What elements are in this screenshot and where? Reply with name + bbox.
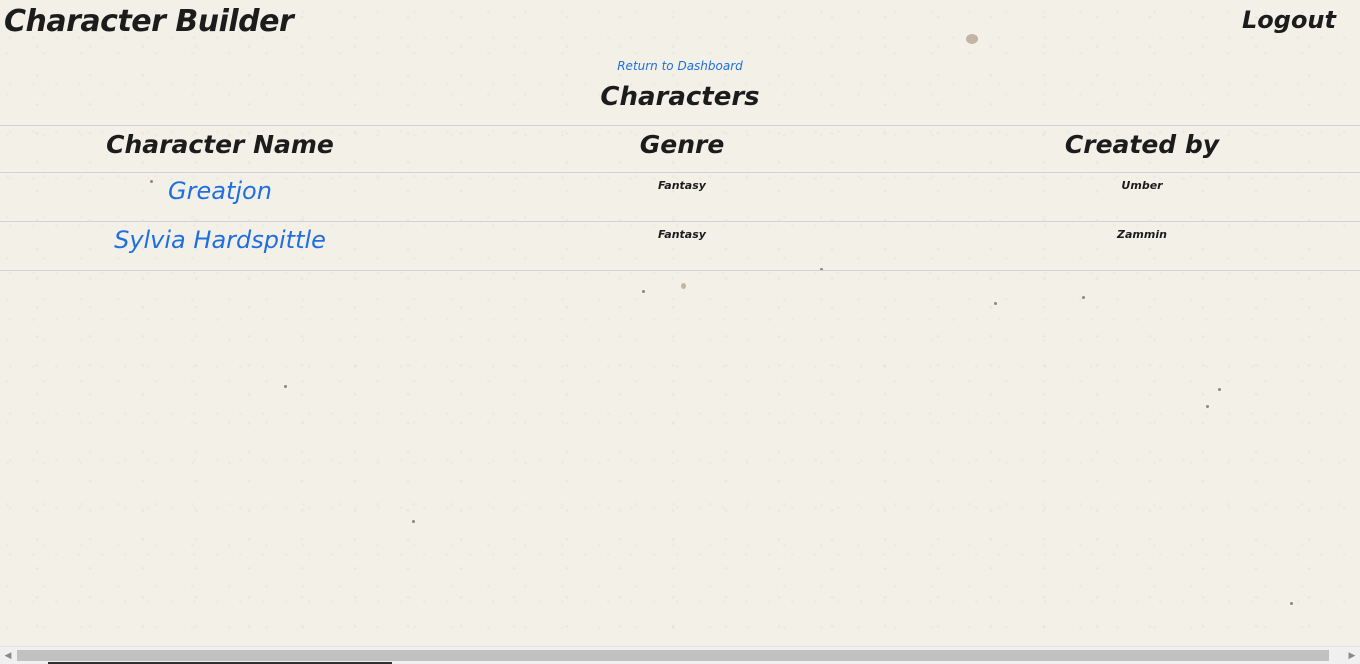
return-to-dashboard-link[interactable]: Return to Dashboard <box>0 59 1360 73</box>
arrow-right-icon[interactable]: ▶ <box>1345 649 1359 663</box>
created-by-cell: Zammin <box>924 221 1360 271</box>
genre-value: Fantasy <box>658 179 706 192</box>
created-by-value: Umber <box>1121 179 1163 192</box>
paper-texture-speck <box>994 302 997 305</box>
column-header-genre: Genre <box>440 125 924 173</box>
paper-texture-speck <box>1082 296 1085 299</box>
genre-cell: Fantasy <box>440 172 924 222</box>
paper-texture-speck <box>642 290 645 293</box>
created-by-value: Zammin <box>1117 228 1167 241</box>
character-name-cell: Sylvia Hardspittle <box>0 221 440 271</box>
created-by-cell: Umber <box>924 172 1360 222</box>
column-header-created-by: Created by <box>924 125 1360 173</box>
paper-texture-speck <box>412 520 415 523</box>
characters-table: Character Name Genre Created by Greatjon… <box>0 125 1360 271</box>
paper-texture-speck <box>1290 602 1293 605</box>
character-name-cell: Greatjon <box>0 172 440 222</box>
horizontal-scrollbar[interactable]: ◀ ▶ <box>0 646 1360 664</box>
genre-cell: Fantasy <box>440 221 924 271</box>
app-brand-title[interactable]: Character Builder <box>4 4 294 39</box>
navbar: Character Builder Logout <box>0 0 1360 52</box>
arrow-left-icon[interactable]: ◀ <box>1 649 15 663</box>
column-header-character-name: Character Name <box>0 125 440 173</box>
scrollbar-thumb[interactable] <box>17 650 1329 661</box>
table-row: Sylvia Hardspittle Fantasy Zammin <box>0 221 1360 271</box>
paper-texture-speck <box>1218 388 1221 391</box>
paper-texture-speck <box>1206 405 1209 408</box>
paper-texture-speck <box>284 385 287 388</box>
logout-link[interactable]: Logout <box>1242 6 1336 34</box>
page-title: Characters <box>600 82 760 112</box>
table-header-row: Character Name Genre Created by <box>0 125 1360 173</box>
table-row: Greatjon Fantasy Umber <box>0 172 1360 222</box>
paper-texture-blot <box>681 283 686 289</box>
character-name-link[interactable]: Sylvia Hardspittle <box>114 226 326 254</box>
character-name-link[interactable]: Greatjon <box>168 177 272 205</box>
genre-value: Fantasy <box>658 228 706 241</box>
